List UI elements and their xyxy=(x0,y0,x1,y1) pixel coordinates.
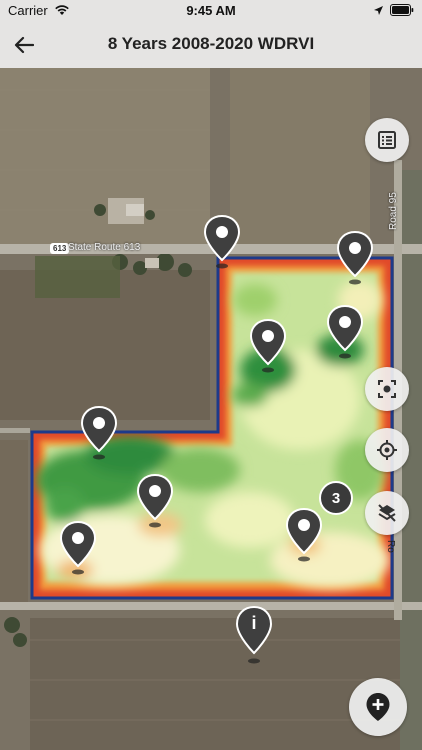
status-time: 9:45 AM xyxy=(186,3,236,18)
nav-bar: 8 Years 2008-2020 WDRVI xyxy=(0,22,422,68)
road-label-state-route: State Route 613 xyxy=(68,242,141,253)
map-pin[interactable] xyxy=(59,520,97,576)
map-pin[interactable] xyxy=(326,304,364,360)
field-map[interactable] xyxy=(0,0,422,750)
page-title: 8 Years 2008-2020 WDRVI xyxy=(107,34,315,53)
location-arrow-icon xyxy=(374,5,383,15)
road-label-east-partial: Ro xyxy=(385,540,396,553)
layers-toggle-button[interactable] xyxy=(365,491,409,535)
battery-icon xyxy=(390,4,414,16)
arrow-left-icon xyxy=(14,36,34,54)
info-pin-label: i xyxy=(251,613,257,633)
road-label-east: Road 95 xyxy=(388,192,399,230)
map-pin[interactable] xyxy=(249,318,287,374)
focus-field-button[interactable] xyxy=(365,367,409,411)
back-button[interactable] xyxy=(8,30,40,60)
route-shield: 613 xyxy=(50,243,70,254)
list-icon xyxy=(378,131,396,149)
pin-cluster-count: 3 xyxy=(331,489,341,507)
status-bar: Carrier 9:45 AM xyxy=(0,0,422,22)
layers-off-icon xyxy=(378,504,396,522)
status-right xyxy=(373,4,414,16)
add-pin-button[interactable] xyxy=(349,678,407,736)
map-pin[interactable] xyxy=(203,214,241,270)
info-pin[interactable]: i xyxy=(235,605,273,665)
map-pin[interactable] xyxy=(136,473,174,529)
list-button[interactable] xyxy=(365,118,409,162)
map-pin[interactable] xyxy=(336,230,374,286)
map-pin[interactable] xyxy=(80,405,118,461)
map-pin[interactable] xyxy=(285,507,323,563)
pin-cluster[interactable]: 3 xyxy=(319,481,353,515)
focus-frame-icon xyxy=(378,380,396,398)
add-location-icon xyxy=(366,693,390,721)
locate-me-button[interactable] xyxy=(365,428,409,472)
crosshair-icon xyxy=(377,440,397,460)
